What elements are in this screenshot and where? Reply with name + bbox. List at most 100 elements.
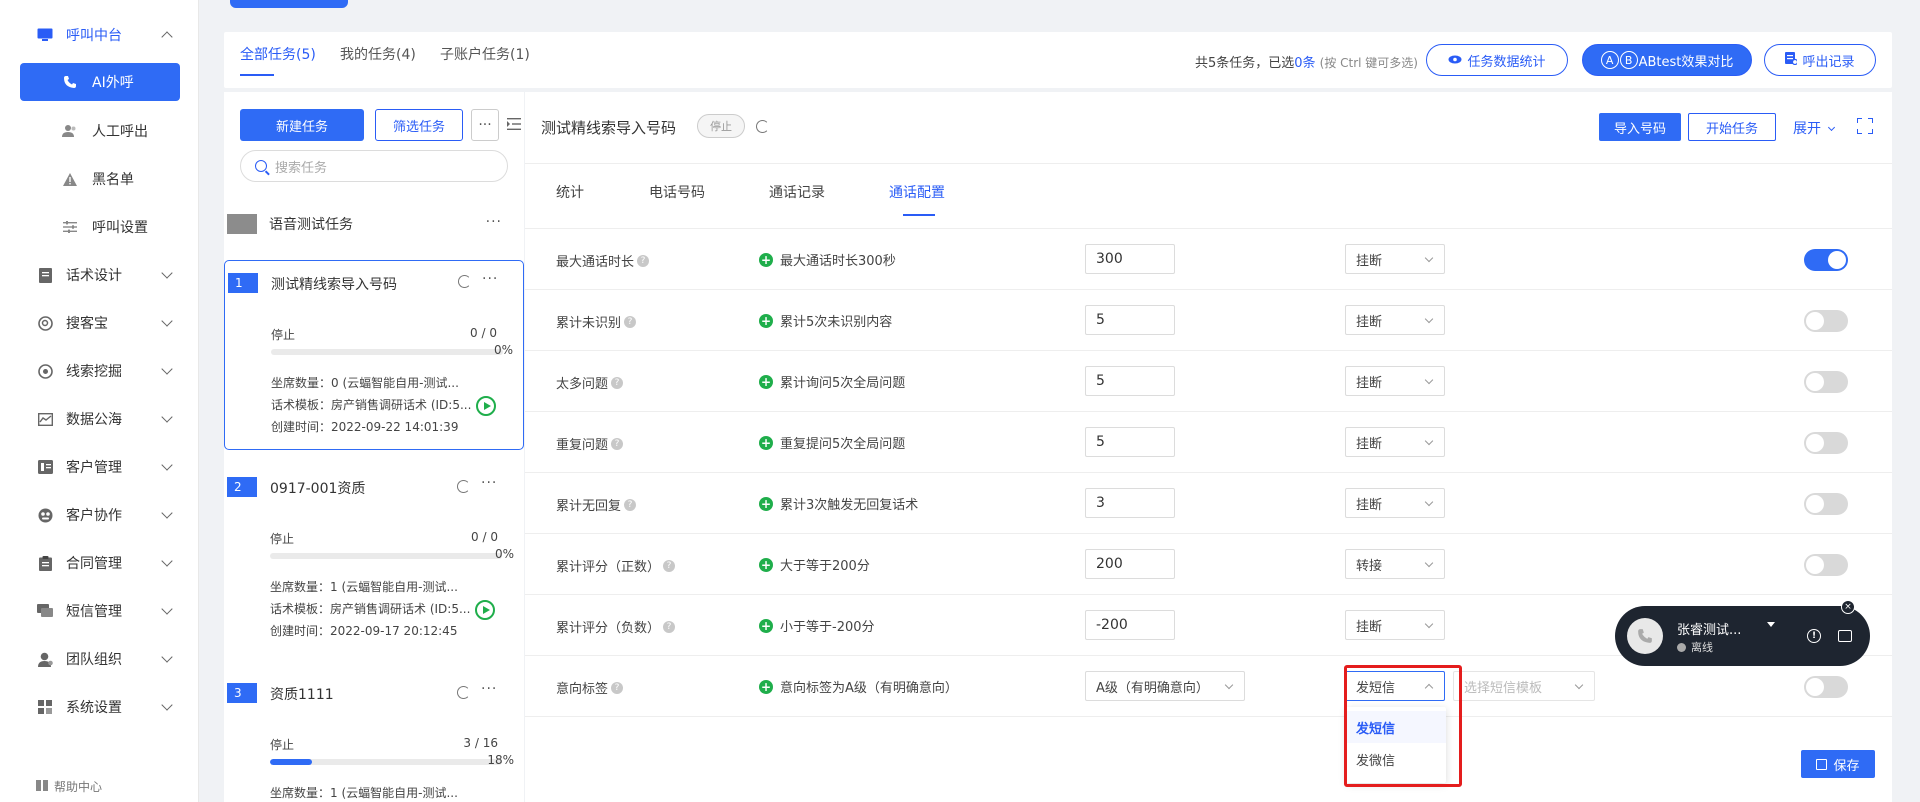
help-icon[interactable]: ? — [611, 376, 624, 389]
sub-item-ai-call[interactable]: AI外呼 — [20, 63, 180, 101]
nav-system-settings[interactable]: 系统设置 — [0, 687, 199, 727]
tab-subaccount-tasks[interactable]: 子账户任务(1) — [440, 44, 530, 64]
plus-circle-icon[interactable]: + — [759, 374, 773, 389]
nav-customer-management[interactable]: 客户管理 — [0, 447, 199, 487]
task-more-icon[interactable]: ··· — [481, 475, 497, 491]
config-label: 累计无回复? — [556, 495, 637, 514]
refresh-icon[interactable] — [457, 686, 470, 699]
config-action-select[interactable]: 转接 — [1345, 549, 1445, 579]
sub-item-manual-call[interactable]: 人工呼出 — [20, 112, 180, 150]
task-card[interactable]: 2 0917-001资质 ··· 停止 0 / 0 0% 坐席数量：1 (云蝠智… — [224, 466, 524, 656]
plus-circle-icon[interactable]: + — [759, 435, 773, 450]
plus-circle-icon[interactable]: + — [759, 618, 773, 633]
task-stats-button[interactable]: 任务数据统计 — [1426, 44, 1568, 76]
tab-phone-numbers[interactable]: 电话号码 — [649, 182, 705, 202]
play-icon[interactable] — [476, 396, 496, 416]
help-icon[interactable]: ? — [624, 498, 637, 511]
help-icon[interactable]: ? — [637, 254, 650, 267]
config-toggle[interactable] — [1804, 554, 1848, 576]
info-icon[interactable]: ! — [1807, 629, 1821, 643]
play-icon[interactable] — [475, 600, 495, 620]
tab-call-config[interactable]: 通话配置 — [889, 182, 945, 202]
help-icon[interactable]: ? — [624, 315, 637, 328]
task-more-icon[interactable]: ··· — [481, 681, 497, 697]
import-numbers-button[interactable]: 导入号码 — [1599, 113, 1681, 141]
nav-search-customer[interactable]: 搜客宝 — [0, 303, 199, 343]
help-icon[interactable]: ? — [611, 437, 624, 450]
config-action-select[interactable]: 挂断 — [1345, 427, 1445, 457]
sub-item-call-settings[interactable]: 呼叫设置 — [20, 208, 180, 246]
config-value-input[interactable]: 300 — [1085, 244, 1175, 274]
tab-my-tasks[interactable]: 我的任务(4) — [340, 44, 416, 64]
tab-all-tasks[interactable]: 全部任务(5) — [240, 44, 316, 64]
config-value-input[interactable]: -200 — [1085, 610, 1175, 640]
config-toggle[interactable] — [1804, 371, 1848, 393]
nav-lead-mining[interactable]: 线索挖掘 — [0, 351, 199, 391]
config-value-input[interactable]: 200 — [1085, 549, 1175, 579]
help-icon[interactable]: ? — [611, 681, 624, 694]
plus-circle-icon[interactable]: + — [759, 252, 773, 267]
phone-icon — [62, 74, 78, 90]
save-button[interactable]: 保存 — [1801, 750, 1875, 778]
config-value-input[interactable]: 5 — [1085, 366, 1175, 396]
config-action-select[interactable]: 挂断 — [1345, 488, 1445, 518]
fullscreen-icon[interactable] — [1857, 118, 1873, 134]
refresh-icon[interactable] — [756, 120, 769, 133]
config-toggle[interactable] — [1804, 493, 1848, 515]
config-value-input[interactable]: 3 — [1085, 488, 1175, 518]
tab-statistics[interactable]: 统计 — [556, 182, 584, 202]
intent-level-select[interactable]: A级（有明确意向） — [1085, 671, 1245, 701]
close-icon[interactable]: × — [1841, 600, 1855, 614]
group-more-icon[interactable]: ··· — [486, 214, 502, 230]
plus-circle-icon[interactable]: + — [759, 679, 773, 694]
nav-script-design[interactable]: 话术设计 — [0, 255, 199, 295]
config-action-select[interactable]: 挂断 — [1345, 305, 1445, 335]
config-value-input[interactable]: 5 — [1085, 305, 1175, 335]
nav-customer-collab[interactable]: 客户协作 — [0, 495, 199, 535]
config-action-select[interactable]: 挂断 — [1345, 610, 1445, 640]
config-row: 重复问题? + 重复提问5次全局问题 5 挂断 — [525, 412, 1892, 473]
intent-toggle[interactable] — [1804, 676, 1848, 698]
collapse-list-icon[interactable] — [507, 117, 521, 131]
tab-call-records[interactable]: 通话记录 — [769, 182, 825, 202]
softphone-widget[interactable]: 张睿测试... 离线 ! — [1615, 606, 1870, 666]
config-value-input[interactable]: 5 — [1085, 427, 1175, 457]
config-toggle[interactable] — [1804, 249, 1848, 271]
config-action-select[interactable]: 挂断 — [1345, 366, 1445, 396]
plus-circle-icon[interactable]: + — [759, 313, 773, 328]
start-task-button[interactable]: 开始任务 — [1688, 113, 1776, 141]
refresh-icon[interactable] — [458, 275, 471, 288]
task-card[interactable]: 1 测试精线索导入号码 ··· 停止 0 / 0 0% 坐席数量：0 (云蝠智能… — [224, 260, 524, 450]
task-stats-label: 任务数据统计 — [1467, 54, 1546, 70]
chevron-down-icon — [1224, 680, 1234, 690]
filter-task-button[interactable]: 筛选任务 — [375, 109, 463, 141]
sms-template-select[interactable]: 选择短信模板 — [1453, 671, 1595, 701]
plus-circle-icon[interactable]: + — [759, 496, 773, 511]
dialpad-icon[interactable] — [1838, 630, 1852, 642]
help-icon[interactable]: ? — [663, 620, 676, 633]
task-more-icon[interactable]: ··· — [482, 271, 498, 287]
search-input[interactable]: 搜索任务 — [240, 150, 508, 182]
config-toggle[interactable] — [1804, 310, 1848, 332]
nav-contract-management[interactable]: 合同管理 — [0, 543, 199, 583]
ab-test-button[interactable]: AB ABtest效果对比 — [1582, 44, 1752, 76]
nav-team-org[interactable]: 团队组织 — [0, 639, 199, 679]
help-center-link[interactable]: 帮助中心 — [36, 778, 102, 795]
expand-toggle[interactable]: 展开 — [1793, 118, 1836, 138]
nav-sms-management[interactable]: 短信管理 — [0, 591, 199, 631]
task-card[interactable]: 3 资质1111 ··· 停止 3 / 16 18% 坐席数量：1 (云蝠智能自… — [224, 672, 524, 802]
sub-item-blacklist[interactable]: 黑名单 — [20, 160, 180, 198]
plus-circle-icon[interactable]: + — [759, 557, 773, 572]
nav-call-center[interactable]: 呼叫中台 — [0, 15, 199, 55]
nav-data-pool[interactable]: 数据公海 — [0, 399, 199, 439]
new-task-button[interactable]: 新建任务 — [240, 109, 364, 141]
config-toggle[interactable] — [1804, 432, 1848, 454]
help-icon[interactable]: ? — [663, 559, 676, 572]
caret-down-icon[interactable] — [1767, 622, 1775, 627]
task-group-row[interactable]: 语音测试任务 ··· — [224, 206, 524, 242]
config-label: 累计评分（正数）? — [556, 556, 676, 575]
refresh-icon[interactable] — [457, 480, 470, 493]
config-action-select[interactable]: 挂断 — [1345, 244, 1445, 274]
call-records-button[interactable]: 呼出记录 — [1764, 44, 1876, 76]
more-options-button[interactable]: ··· — [471, 109, 499, 141]
